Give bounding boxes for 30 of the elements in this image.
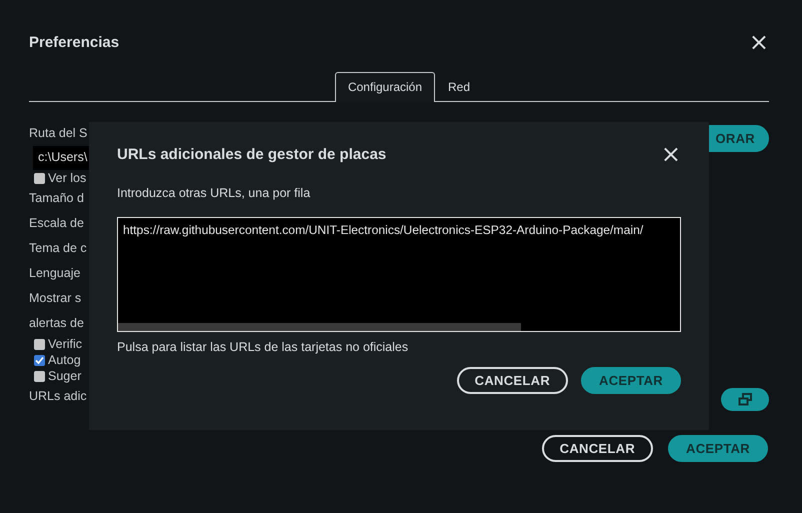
setting-label: Tema de c	[29, 241, 88, 255]
checkbox[interactable]	[34, 172, 45, 184]
urls-field[interactable]: https://raw.githubusercontent.com/UNIT-Electronics/Uelectronics-ESP32-Arduino-Package/main/	[117, 217, 681, 332]
window-title: Preferencias	[29, 34, 120, 50]
checkbox-label: Autog	[48, 353, 81, 367]
checkbox-label: Ver los	[48, 171, 86, 185]
accept-button[interactable]: ACEPTAR	[668, 435, 768, 462]
close-button[interactable]: ×	[748, 32, 769, 52]
setting-label: Mostrar s	[29, 291, 82, 305]
setting-label: Escala de	[29, 216, 85, 230]
setting-label: Ruta del S	[29, 126, 88, 140]
checkbox[interactable]	[34, 370, 45, 382]
checkbox-label: Verific	[48, 337, 82, 351]
window-icon-button[interactable]	[721, 388, 769, 411]
dialog-prompt: Introduzca otras URLs, una por fila	[117, 186, 312, 200]
cancel-button[interactable]: CANCELAR	[456, 367, 568, 394]
checkbox[interactable]	[34, 338, 45, 350]
dialog-title: URLs adicionales de gestor de placas	[117, 146, 386, 162]
accept-button[interactable]: ACEPTAR	[581, 367, 681, 394]
setting-label: Lenguaje	[29, 266, 82, 280]
setting-label: URLs adic	[29, 389, 88, 403]
tab[interactable]: Configuración	[334, 72, 436, 102]
cancel-button[interactable]: CANCELAR	[542, 435, 654, 462]
setting-label: alertas de	[29, 316, 85, 330]
tab[interactable]: Red	[435, 72, 484, 102]
windows-icon	[738, 393, 752, 406]
checkbox-label: Suger	[48, 369, 82, 383]
setting-label: Tamaño d	[29, 191, 85, 205]
checkbox[interactable]	[34, 354, 45, 366]
unofficial-boards-link[interactable]: Pulsa para listar las URLs de las tarjetas no oficiales	[117, 340, 408, 354]
